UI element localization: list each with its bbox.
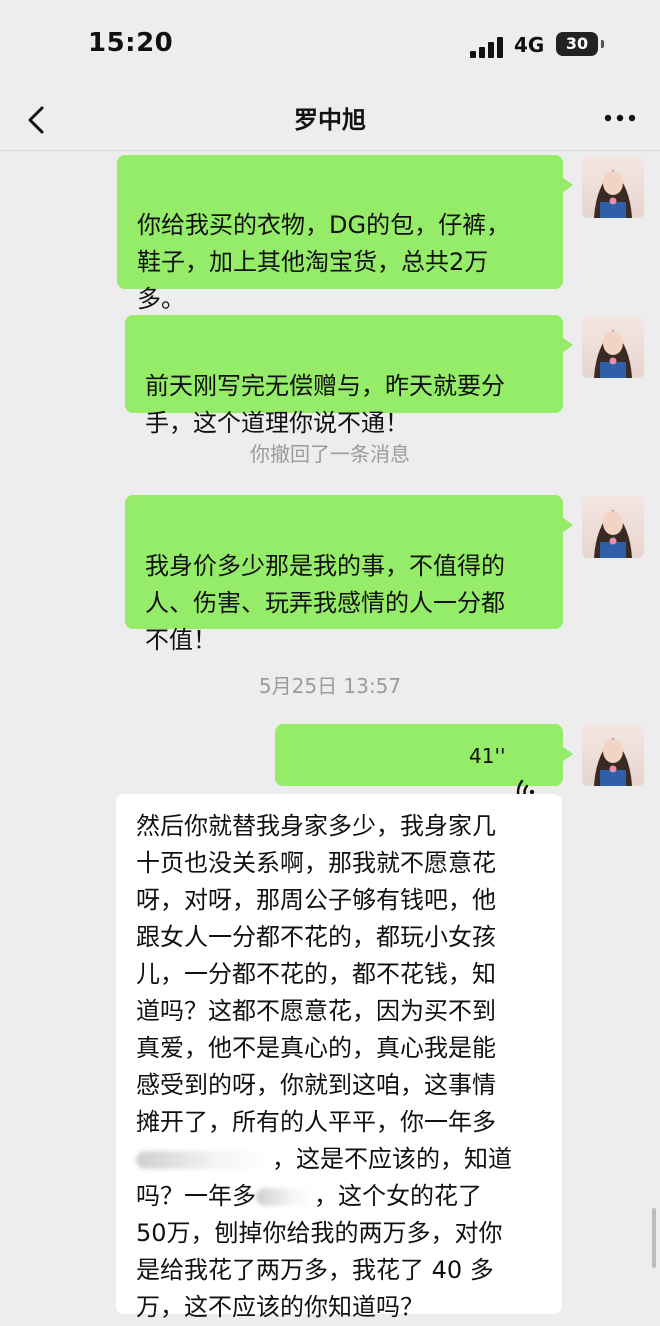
message-line: 是给我花了两万多，我花了 40 多 [136,1256,494,1284]
more-dots-icon[interactable] [598,100,642,136]
avatar[interactable] [582,156,644,218]
message-line: 十页也没关系啊，那我就不愿意花 [136,849,496,877]
message-line: 你给我买的衣物，DG的包，仔裤， [137,211,511,239]
message-line: 感受到的呀，你就到这咱，这事情 [136,1071,496,1099]
status-time: 15:20 [88,28,174,58]
message-line: 道吗？这都不愿意花，因为买不到 [136,997,496,1025]
message-line: 然后你就替我身家多少，我身家几 [136,812,496,840]
outgoing-message[interactable]: 前天刚写完无偿赠与，昨天就要分 手，这个道理你说不通！ [125,315,573,437]
message-line: 不值！ [145,626,217,654]
message-line: 鞋子，加上其他淘宝货，总共2万 [137,248,489,276]
message-line: 50万，刨掉你给我的两万多，对你 [136,1219,503,1247]
message-line: 摊开了，所有的人平平，你一年多 [136,1108,496,1136]
avatar[interactable] [582,316,644,378]
status-bar: 15:20 4G 30 [0,0,660,86]
message-segment: ，这是不应该的，知道 [272,1145,512,1173]
battery-icon: 30 [556,32,598,56]
redaction-blur [136,1151,272,1169]
redaction-blur [256,1188,314,1206]
battery-level: 30 [565,34,589,53]
outgoing-message[interactable]: 你给我买的衣物，DG的包，仔裤， 鞋子，加上其他淘宝货，总共2万 多。 [117,155,573,313]
avatar[interactable] [582,724,644,786]
message-line: 儿，一分都不花的，都不花钱，知 [136,960,496,988]
avatar[interactable] [582,496,644,558]
message-line: 万，这不应该的你知道吗？ [136,1293,424,1321]
message-line: 跟女人一分都不花的，都玩小女孩 [136,923,496,951]
battery-cap [601,40,604,48]
recall-notice: 你撤回了一条消息 [250,442,410,466]
message-line: 真爱，他不是真心的，真心我是能 [136,1034,496,1062]
outgoing-message[interactable]: 我身价多少那是我的事，不值得的 人、伤害、玩弄我感情的人一分都 不值！ [125,495,573,654]
message-segment: ，这个女的花了 [314,1182,482,1210]
voice-message[interactable]: 41'' [275,724,573,805]
incoming-message[interactable]: 然后你就替我身家多少，我身家几 十页也没关系啊，那我就不愿意花 呀，对呀，那周公… [116,794,562,1321]
message-line: 呀，对呀，那周公子够有钱吧，他 [136,886,496,914]
message-line-redacted: 吗？一年多 ，这个女的花了 [136,1178,544,1215]
voice-duration: 41'' [469,744,506,768]
voice-waves-icon [515,742,537,805]
signal-bars-icon [470,36,506,58]
timestamp: 5月25日 13:57 [258,674,402,698]
chat-title: 罗中旭 [294,106,366,134]
message-line: 人、伤害、玩弄我感情的人一分都 [145,589,505,617]
message-line: 手，这个道理你说不通！ [145,409,409,437]
message-segment: 吗？一年多 [136,1182,256,1210]
message-line: 多。 [137,285,185,313]
chat-header: 罗中旭 [0,86,660,151]
message-line-redacted: ，这是不应该的，知道 [136,1141,544,1178]
message-line: 我身价多少那是我的事，不值得的 [145,552,505,580]
scrollbar[interactable] [652,1208,656,1268]
message-line: 前天刚写完无偿赠与，昨天就要分 [145,372,505,400]
network-type: 4G [514,33,545,57]
